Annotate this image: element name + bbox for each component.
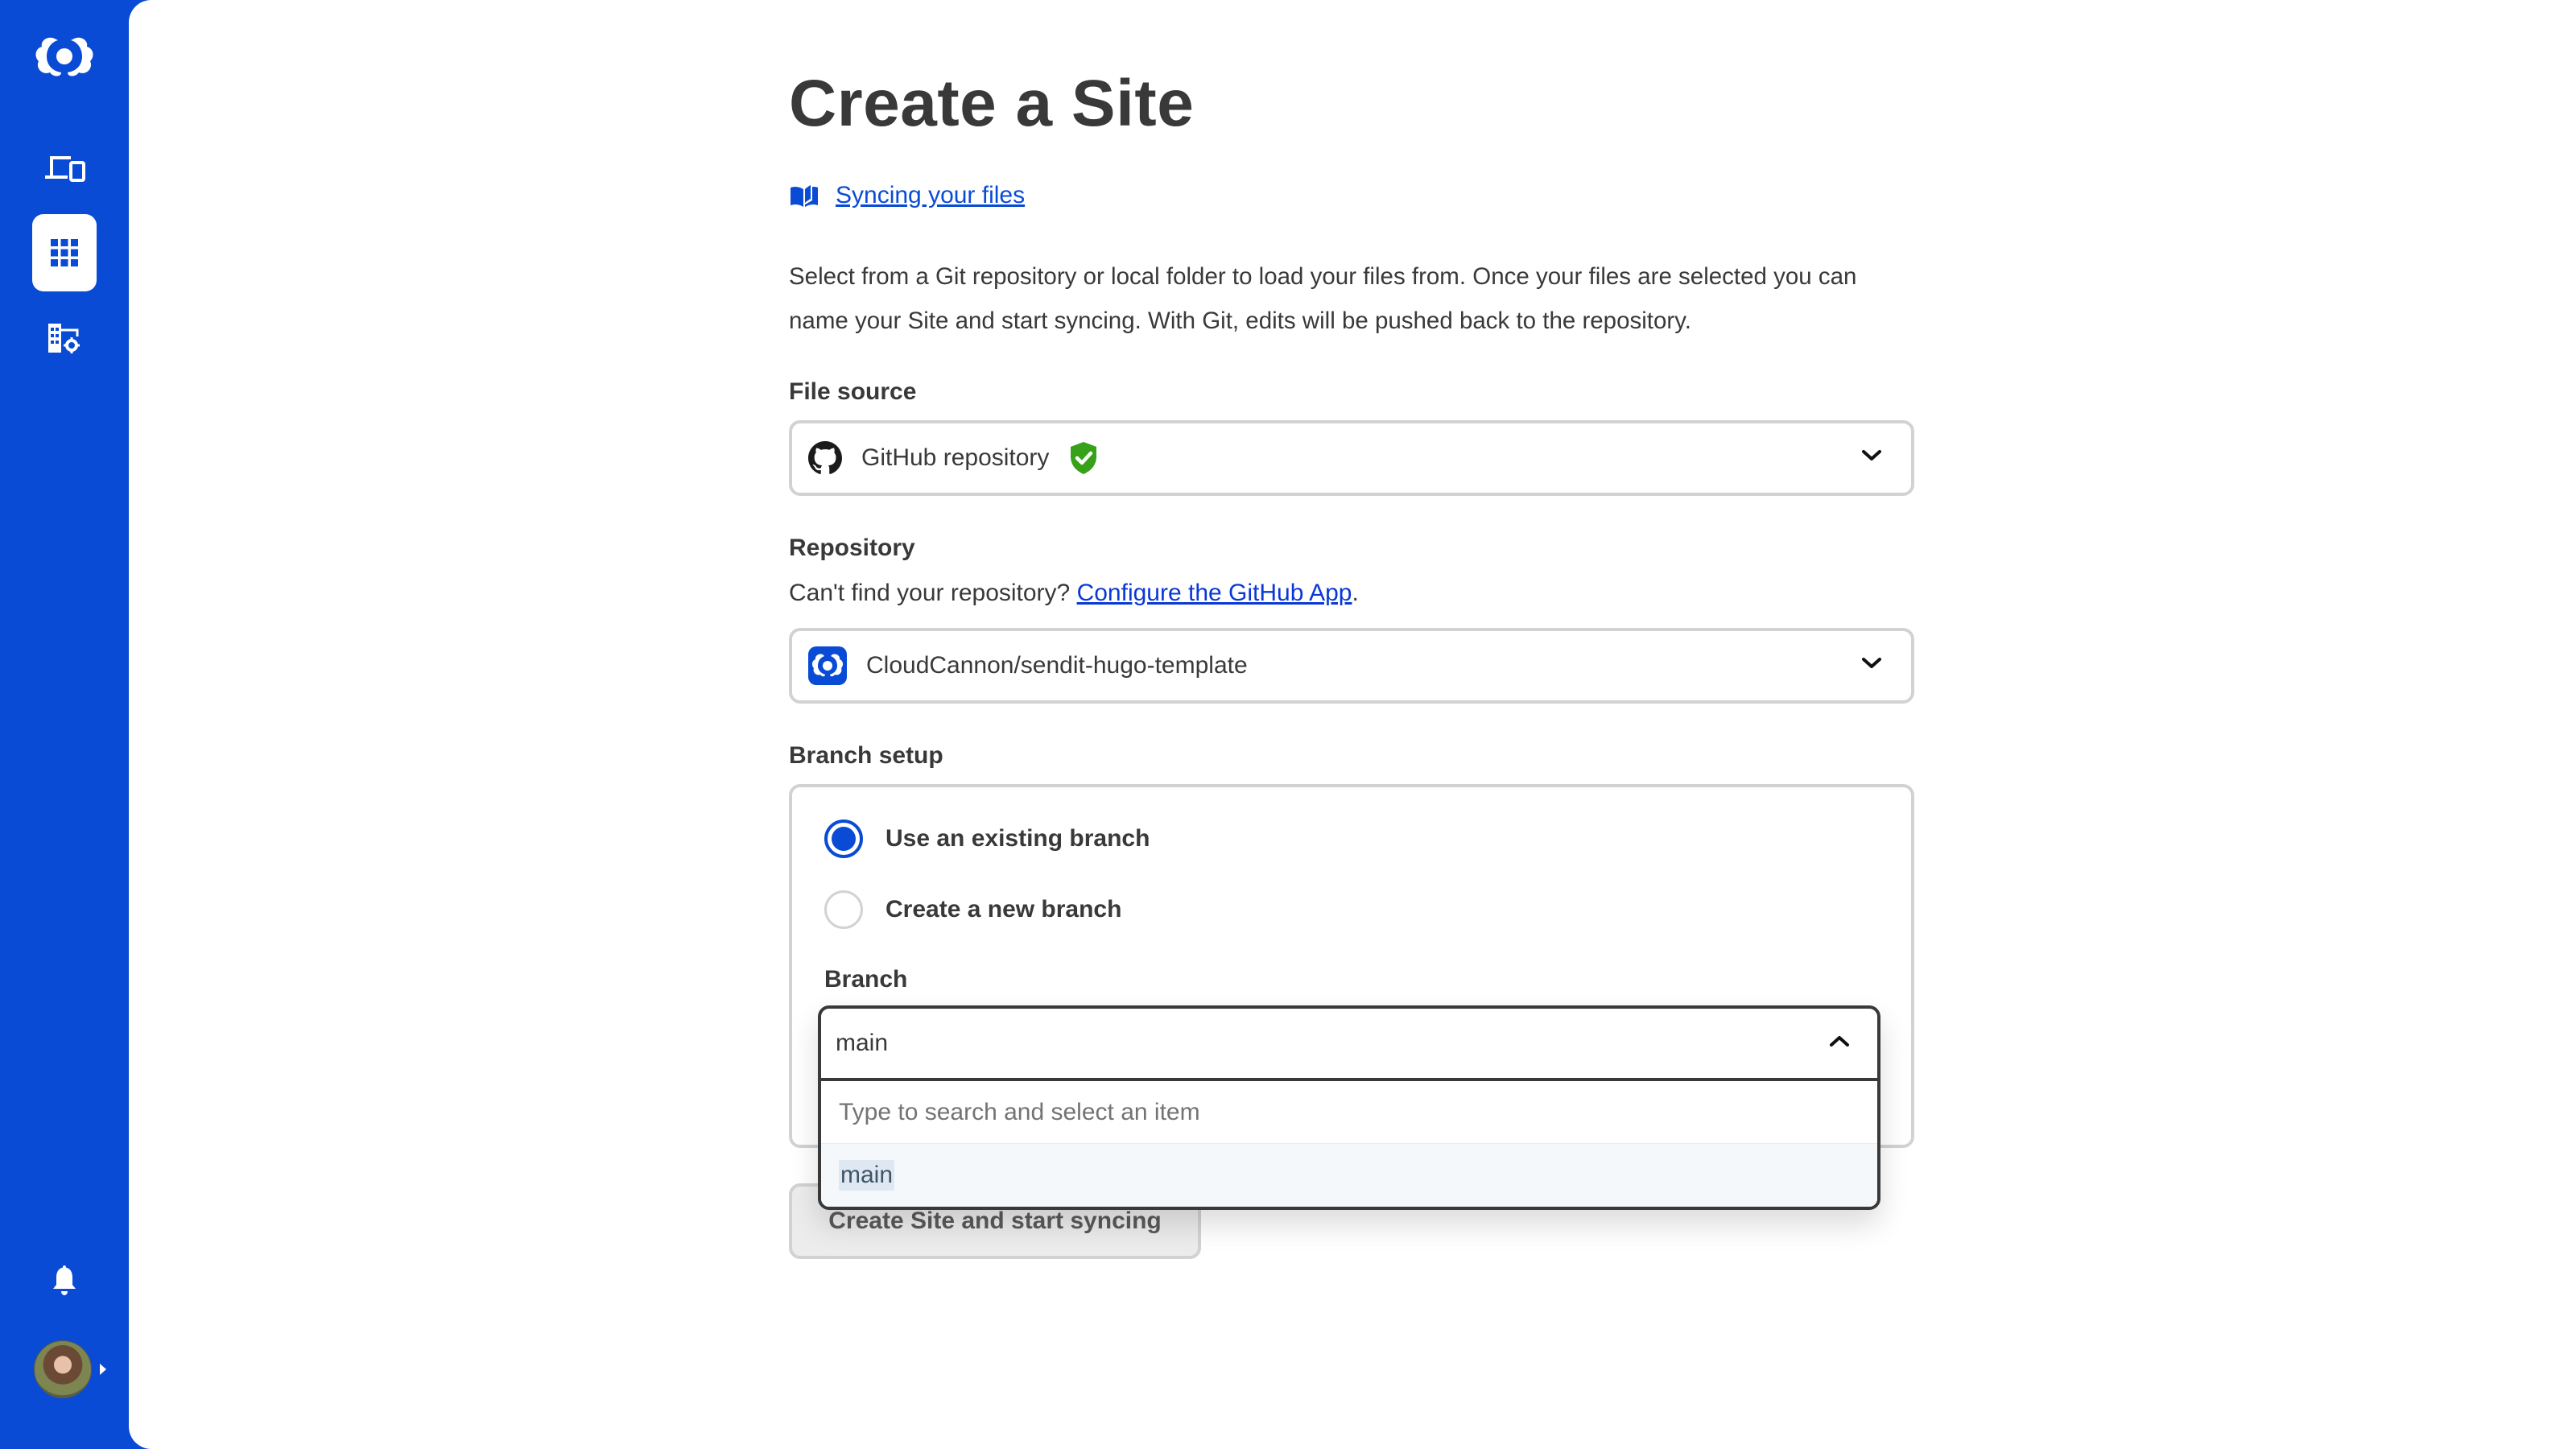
radio-button-unchecked[interactable] [824, 890, 863, 929]
chevron-up-icon[interactable] [1829, 1034, 1850, 1047]
page-title: Create a Site [789, 67, 1195, 140]
repository-label: Repository [789, 535, 915, 561]
devices-icon [45, 156, 85, 182]
sidebar-item-devices[interactable] [32, 135, 97, 200]
syncing-docs-link-label[interactable]: Syncing your files [836, 182, 1025, 209]
sidebar-item-organization-settings[interactable] [32, 306, 97, 370]
notifications-button[interactable] [32, 1248, 97, 1312]
radio-create-new-branch[interactable]: Create a new branch [824, 890, 1121, 929]
cloudcannon-repo-icon [808, 646, 847, 685]
repository-value: CloudCannon/sendit-hugo-template [866, 652, 1248, 679]
branch-label: Branch [824, 966, 908, 993]
branch-setup-label: Branch setup [789, 742, 943, 769]
grid-icon [51, 239, 78, 266]
caret-right-icon [100, 1364, 106, 1375]
sidebar-item-sites[interactable] [32, 214, 97, 291]
syncing-docs-link[interactable]: Syncing your files [789, 182, 1025, 209]
branch-select[interactable]: main [821, 1009, 1877, 1081]
branch-option[interactable]: main [821, 1144, 1877, 1207]
radio-button-checked[interactable] [824, 819, 863, 858]
repository-helper: Can't find your repository? Configure th… [789, 580, 1359, 607]
repository-helper-text: Can't find your repository? [789, 580, 1077, 606]
branch-option-label: main [839, 1160, 895, 1191]
file-source-value: GitHub repository [861, 444, 1050, 471]
avatar [34, 1340, 92, 1398]
repository-select[interactable]: CloudCannon/sendit-hugo-template [789, 628, 1914, 704]
radio-create-new-branch-label: Create a new branch [886, 896, 1122, 923]
sidebar [0, 0, 129, 1449]
cloudcannon-logo-icon[interactable] [32, 24, 97, 89]
file-source-select[interactable]: GitHub repository [789, 420, 1914, 496]
configure-github-app-link[interactable]: Configure the GitHub App [1077, 580, 1352, 606]
repository-helper-suffix: . [1352, 580, 1359, 606]
main-panel: Create a Site Syncing your files Select … [129, 0, 2576, 1449]
github-icon [808, 441, 842, 474]
shield-check-icon [1071, 442, 1097, 474]
bell-icon [53, 1265, 76, 1295]
intro-text: Select from a Git repository or local fo… [789, 263, 1857, 334]
building-gear-icon [48, 324, 80, 353]
radio-use-existing-branch[interactable]: Use an existing branch [824, 819, 1150, 858]
branch-search-row [821, 1081, 1877, 1144]
branch-search-input[interactable] [839, 1098, 1877, 1126]
chevron-down-icon [1862, 450, 1881, 460]
book-open-icon [791, 185, 818, 207]
file-source-label: File source [789, 378, 917, 405]
radio-use-existing-branch-label: Use an existing branch [886, 825, 1150, 852]
branch-value: main [836, 1030, 889, 1056]
chevron-down-icon [1862, 658, 1881, 668]
user-menu-button[interactable] [34, 1339, 114, 1400]
branch-combobox[interactable]: main main [818, 1005, 1880, 1210]
